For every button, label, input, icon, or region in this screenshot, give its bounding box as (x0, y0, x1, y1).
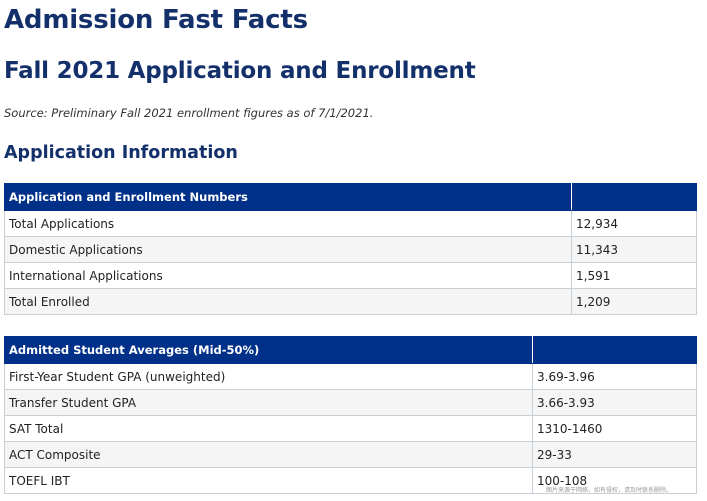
table-header-label: Application and Enrollment Numbers (4, 183, 572, 211)
section-title: Application Information (4, 143, 238, 163)
row-value: 3.69-3.96 (532, 363, 697, 390)
row-label: First-Year Student GPA (unweighted) (4, 363, 533, 390)
row-label: International Applications (4, 262, 572, 289)
table-row: Transfer Student GPA 3.66-3.93 (4, 389, 697, 416)
watermark-text: 图片来源于网络，如有侵权，请及时联系删除。 (546, 487, 673, 494)
page-title: Admission Fast Facts (4, 5, 308, 35)
table-row: SAT Total 1310-1460 (4, 415, 697, 442)
row-value: 11,343 (571, 236, 697, 263)
table-row: Domestic Applications 11,343 (4, 236, 697, 263)
page-subtitle: Fall 2021 Application and Enrollment (4, 58, 476, 84)
row-value: 1,591 (571, 262, 697, 289)
table-header-row: Application and Enrollment Numbers (4, 183, 697, 211)
row-label: ACT Composite (4, 441, 533, 468)
table-header-value (571, 183, 697, 211)
row-label: Total Applications (4, 210, 572, 237)
row-label: Domestic Applications (4, 236, 572, 263)
row-label: Total Enrolled (4, 288, 572, 315)
row-value: 1310-1460 (532, 415, 697, 442)
row-label: TOEFL IBT (4, 467, 533, 494)
row-value: 12,934 (571, 210, 697, 237)
table-row: Total Enrolled 1,209 (4, 288, 697, 315)
source-note: Source: Preliminary Fall 2021 enrollment… (4, 106, 374, 120)
row-value: 29-33 (532, 441, 697, 468)
table-header-label: Admitted Student Averages (Mid-50%) (4, 336, 533, 364)
table-row: ACT Composite 29-33 (4, 441, 697, 468)
table-row: Total Applications 12,934 (4, 210, 697, 237)
table-row: First-Year Student GPA (unweighted) 3.69… (4, 363, 697, 390)
table-header-value (532, 336, 697, 364)
application-enrollment-table: Application and Enrollment Numbers Total… (4, 183, 697, 315)
row-label: SAT Total (4, 415, 533, 442)
admitted-student-averages-table: Admitted Student Averages (Mid-50%) Firs… (4, 336, 697, 494)
row-value: 3.66-3.93 (532, 389, 697, 416)
row-label: Transfer Student GPA (4, 389, 533, 416)
table-row: International Applications 1,591 (4, 262, 697, 289)
table-header-row: Admitted Student Averages (Mid-50%) (4, 336, 697, 364)
row-value: 1,209 (571, 288, 697, 315)
